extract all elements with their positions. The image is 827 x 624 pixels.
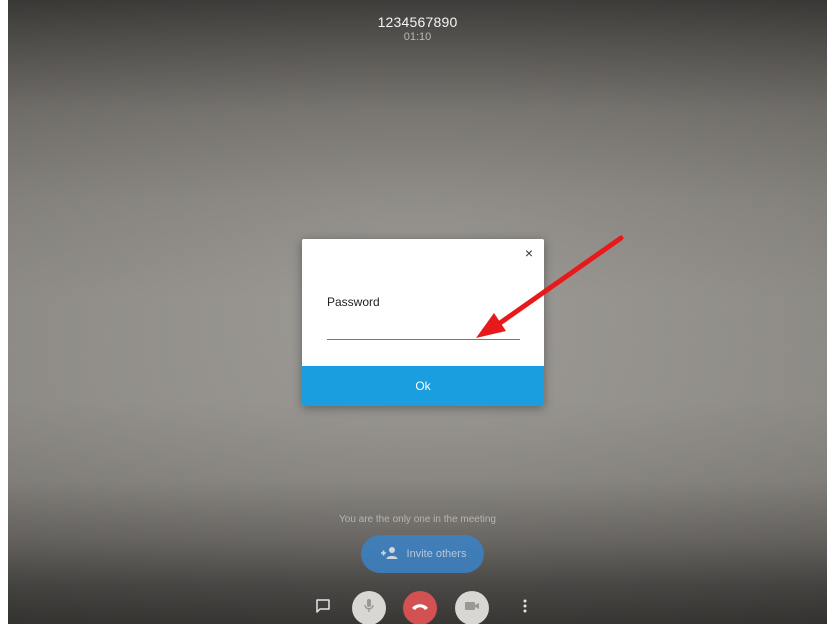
microphone-button[interactable] [352,591,386,624]
more-vertical-icon [523,599,527,618]
call-duration: 01:10 [403,31,432,43]
hang-up-icon [411,599,429,617]
invite-others-button[interactable]: Invite others [361,535,484,573]
meeting-stage: 1234567890 01:10 × Password Ok You are t… [8,0,827,624]
more-options-button[interactable] [508,591,542,624]
close-icon[interactable]: × [522,246,536,260]
chat-button[interactable] [306,591,340,624]
video-camera-icon [464,599,480,617]
call-number: 1234567890 [377,14,458,30]
ok-button[interactable]: Ok [302,366,544,406]
video-button[interactable] [455,591,489,624]
password-dialog: × Password Ok [302,239,544,406]
microphone-icon [362,598,376,619]
password-label: Password [327,295,380,309]
hang-up-button[interactable] [403,591,437,624]
add-person-icon [379,546,399,563]
invite-others-label: Invite others [406,548,467,560]
call-header: 1234567890 01:10 [8,14,827,44]
only-one-message: You are the only one in the meeting [339,514,496,525]
chat-icon [315,598,331,619]
password-input[interactable] [327,317,520,340]
